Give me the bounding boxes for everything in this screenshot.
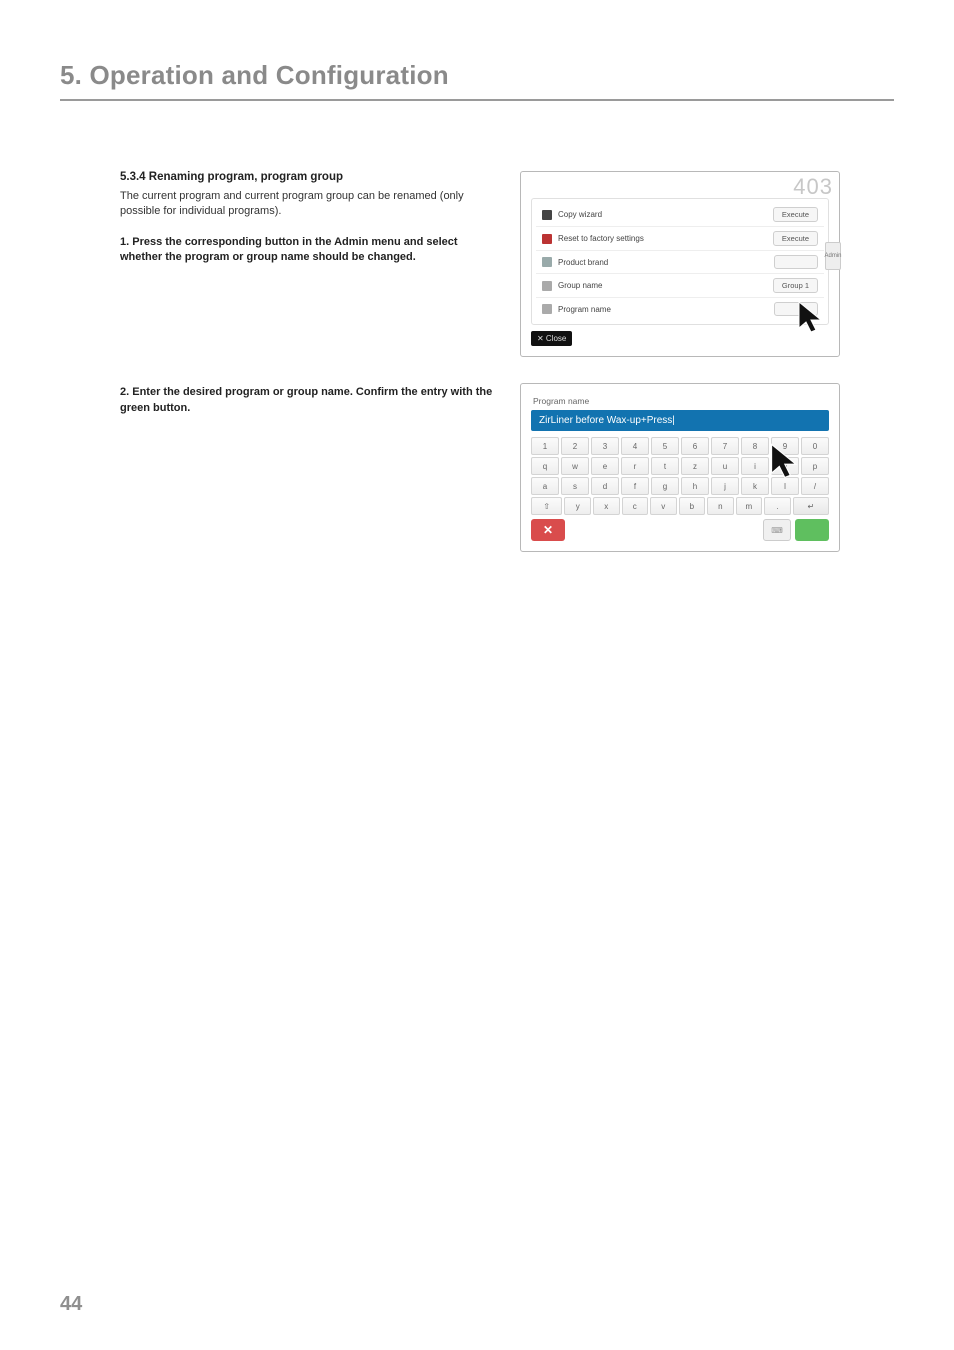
key-u[interactable]: u	[711, 457, 739, 475]
key-j[interactable]: j	[711, 477, 739, 495]
key-t[interactable]: t	[651, 457, 679, 475]
key-2[interactable]: 2	[561, 437, 589, 455]
key-4[interactable]: 4	[621, 437, 649, 455]
copy-wizard-execute-button[interactable]: Execute	[773, 207, 818, 222]
section-heading: 5.3.4 Renaming program, program group	[120, 171, 500, 183]
product-brand-label: Product brand	[558, 258, 768, 267]
key-z[interactable]: z	[681, 457, 709, 475]
spacer	[569, 519, 759, 541]
row-group-name: Group name Group 1	[536, 273, 824, 297]
pointer-cursor-icon	[793, 298, 833, 338]
keyboard-bottom-row: ✕ ⌨	[531, 519, 829, 541]
key-1[interactable]: 1	[531, 437, 559, 455]
title-divider	[60, 99, 894, 101]
key-y[interactable]: y	[564, 497, 591, 515]
key-shift[interactable]: ⇧	[531, 497, 562, 515]
page: 5. Operation and Configuration 5.3.4 Ren…	[0, 0, 954, 1350]
copy-wizard-label: Copy wizard	[558, 210, 767, 219]
content-columns: 5.3.4 Renaming program, program group Th…	[60, 171, 894, 578]
copy-icon	[542, 210, 552, 220]
confirm-button[interactable]	[795, 519, 829, 541]
group-name-label: Group name	[558, 281, 767, 290]
screen-number-badge: 403	[793, 174, 833, 200]
key-f[interactable]: f	[621, 477, 649, 495]
group-icon	[542, 281, 552, 291]
key-7[interactable]: 7	[711, 437, 739, 455]
page-number: 44	[60, 1293, 82, 1316]
admin-side-button[interactable]: Admin	[825, 242, 841, 270]
section-intro: The current program and current program …	[120, 189, 500, 219]
key-6[interactable]: 6	[681, 437, 709, 455]
row-reset: Reset to factory settings Execute	[536, 226, 824, 250]
group-name-button[interactable]: Group 1	[773, 278, 818, 293]
step-2: 2. Enter the desired program or group na…	[120, 385, 500, 416]
brand-icon	[542, 257, 552, 267]
reset-execute-button[interactable]: Execute	[773, 231, 818, 246]
close-button[interactable]: ✕ Close	[531, 331, 572, 346]
product-brand-button[interactable]	[774, 255, 818, 269]
step-1: 1. Press the corresponding button in the…	[120, 235, 500, 266]
keyboard-row-4: ⇧ y x c v b n m . ↵	[531, 497, 829, 515]
program-name-small-label: Program name	[533, 396, 589, 406]
row-copy-wizard: Copy wizard Execute	[536, 203, 824, 226]
admin-panel: Copy wizard Execute Reset to factory set…	[531, 198, 829, 325]
program-name-input[interactable]: ZirLiner before Wax-up+Press|	[531, 410, 829, 431]
chapter-title: 5. Operation and Configuration	[60, 60, 894, 91]
key-5[interactable]: 5	[651, 437, 679, 455]
keyboard-header: Program name	[533, 396, 829, 406]
figure-column: 403 Copy wizard Execute Reset to factory…	[520, 171, 894, 578]
key-dot[interactable]: .	[764, 497, 791, 515]
key-h[interactable]: h	[681, 477, 709, 495]
key-w[interactable]: w	[561, 457, 589, 475]
figure-keyboard: Program name ZirLiner before Wax-up+Pres…	[520, 383, 840, 552]
row-product-brand: Product brand	[536, 250, 824, 273]
key-enter[interactable]: ↵	[793, 497, 829, 515]
key-n[interactable]: n	[707, 497, 734, 515]
key-e[interactable]: e	[591, 457, 619, 475]
key-3[interactable]: 3	[591, 437, 619, 455]
reset-label: Reset to factory settings	[558, 234, 767, 243]
program-name-label: Program name	[558, 305, 768, 314]
cancel-button[interactable]: ✕	[531, 519, 565, 541]
key-q[interactable]: q	[531, 457, 559, 475]
row-program-name: Program name	[536, 297, 824, 320]
key-v[interactable]: v	[650, 497, 677, 515]
key-c[interactable]: c	[622, 497, 649, 515]
pointer-cursor-icon	[765, 440, 809, 484]
keyboard-toggle-button[interactable]: ⌨	[763, 519, 791, 541]
figure-admin-menu: 403 Copy wizard Execute Reset to factory…	[520, 171, 840, 357]
key-b[interactable]: b	[679, 497, 706, 515]
key-a[interactable]: a	[531, 477, 559, 495]
key-g[interactable]: g	[651, 477, 679, 495]
key-d[interactable]: d	[591, 477, 619, 495]
key-x[interactable]: x	[593, 497, 620, 515]
reset-icon	[542, 234, 552, 244]
text-column: 5.3.4 Renaming program, program group Th…	[120, 171, 500, 578]
key-s[interactable]: s	[561, 477, 589, 495]
key-m[interactable]: m	[736, 497, 763, 515]
program-icon	[542, 304, 552, 314]
key-r[interactable]: r	[621, 457, 649, 475]
